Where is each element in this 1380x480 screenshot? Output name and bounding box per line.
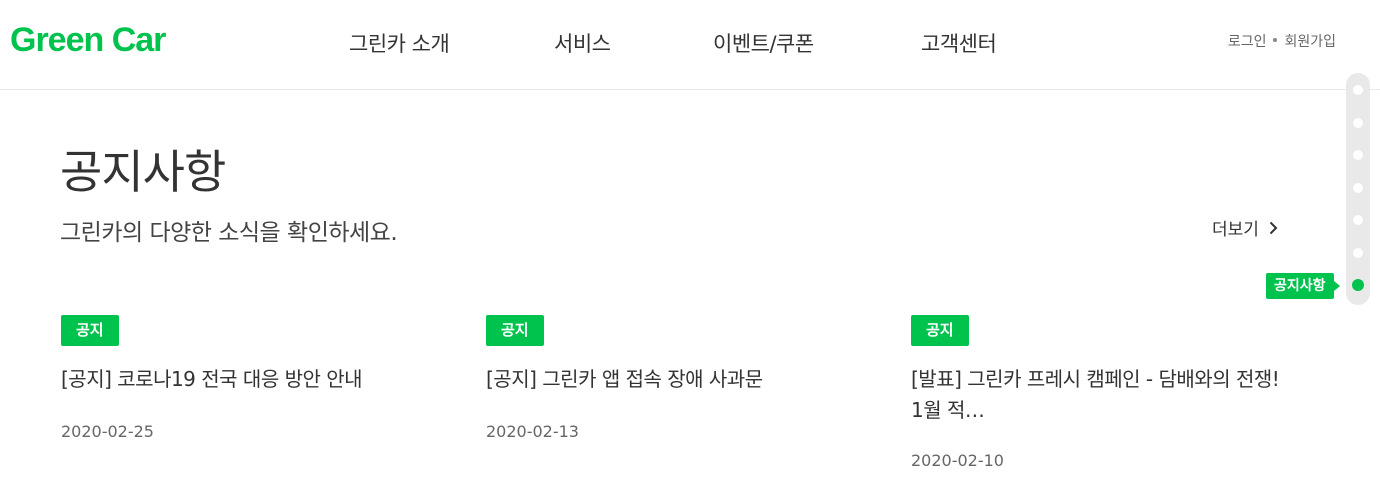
nav-item-customer-center[interactable]: 고객센터: [921, 28, 997, 58]
site-header: Green Car 그린카 소개 서비스 이벤트/쿠폰 고객센터 로그인 회원가입: [0, 0, 1380, 90]
notice-badge: 공지: [486, 315, 544, 346]
scroll-nav-dot[interactable]: [1353, 85, 1363, 95]
user-menu: 로그인 회원가입: [1228, 31, 1336, 51]
notice-title[interactable]: [공지] 코로나19 전국 대응 방안 안내: [61, 364, 441, 395]
notice-title[interactable]: [발표] 그린카 프레시 캠페인 - 담배와의 전쟁! 1월 적…: [911, 364, 1291, 426]
notice-title[interactable]: [공지] 그린카 앱 접속 장애 사과문: [486, 364, 866, 395]
nav-item-about[interactable]: 그린카 소개: [349, 28, 450, 58]
nav-item-event-coupon[interactable]: 이벤트/쿠폰: [713, 28, 814, 58]
section-scroll-nav: [1346, 73, 1370, 305]
more-label: 더보기: [1212, 220, 1259, 240]
scroll-nav-dot[interactable]: [1353, 118, 1363, 128]
scroll-nav-dot[interactable]: [1353, 150, 1363, 160]
scroll-nav-dot[interactable]: [1353, 248, 1363, 258]
chevron-right-icon: [1269, 221, 1278, 234]
scroll-nav-dot[interactable]: [1353, 215, 1363, 225]
more-button[interactable]: 더보기: [1212, 215, 1278, 240]
login-link[interactable]: 로그인: [1228, 34, 1267, 50]
scroll-nav-active-label: 공지사항: [1266, 273, 1340, 299]
scroll-nav-dot-active[interactable]: [1352, 279, 1364, 291]
notice-card[interactable]: 공지 [발표] 그린카 프레시 캠페인 - 담배와의 전쟁! 1월 적… 202…: [911, 315, 1291, 470]
nav-item-service[interactable]: 서비스: [554, 28, 611, 58]
notice-date: 2020-02-13: [486, 422, 579, 441]
scroll-nav-dot[interactable]: [1353, 183, 1363, 193]
signup-link[interactable]: 회원가입: [1284, 34, 1336, 50]
separator-dot: [1273, 38, 1278, 42]
section-description: 그린카의 다양한 소식을 확인하세요.: [60, 220, 398, 246]
notice-date: 2020-02-25: [61, 422, 154, 441]
notice-badge: 공지: [911, 315, 969, 346]
notice-badge: 공지: [61, 315, 119, 346]
notice-card[interactable]: 공지 [공지] 그린카 앱 접속 장애 사과문 2020-02-13: [486, 315, 866, 441]
svg-text:Green Car: Green Car: [10, 21, 166, 59]
green-car-logo[interactable]: Green Car: [10, 20, 185, 60]
page-title: 공지사항: [60, 145, 226, 199]
notice-date: 2020-02-10: [911, 451, 1004, 470]
notice-card[interactable]: 공지 [공지] 코로나19 전국 대응 방안 안내 2020-02-25: [61, 315, 441, 441]
